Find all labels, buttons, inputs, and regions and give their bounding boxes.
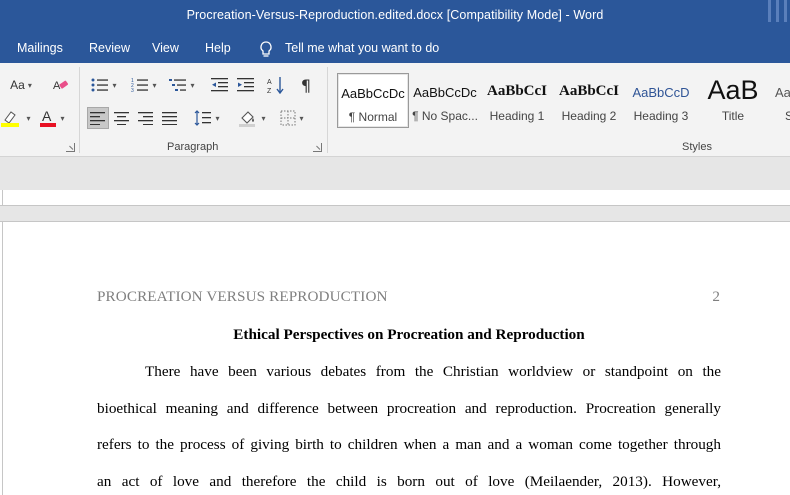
- menu-bar: Mailings Review View Help Tell me what y…: [0, 34, 790, 63]
- styles-group-label: Styles: [682, 141, 712, 153]
- style-heading-2[interactable]: AaBbCcI Heading 2: [553, 73, 625, 128]
- document-page[interactable]: PROCREATION VERSUS REPRODUCTION 2 Ethica…: [0, 221, 790, 495]
- style-title[interactable]: AaB Title: [697, 73, 769, 128]
- tab-help[interactable]: Help: [205, 41, 231, 55]
- style-heading-3[interactable]: AaBbCcD Heading 3: [625, 73, 697, 128]
- window-title: Procreation-Versus-Reproduction.edited.d…: [186, 8, 604, 22]
- svg-text:Z: Z: [267, 88, 272, 94]
- svg-text:A: A: [267, 79, 272, 86]
- font-color-icon[interactable]: A ▾: [36, 107, 68, 129]
- borders-icon[interactable]: ▾: [274, 107, 310, 129]
- svg-text:3: 3: [131, 88, 134, 93]
- body-text-line: an act of love and therefore the child i…: [97, 473, 721, 490]
- ribbon-separator: [327, 67, 328, 153]
- justify-icon[interactable]: [159, 107, 181, 129]
- body-text-line: bioethical meaning and difference betwee…: [97, 400, 721, 417]
- tab-review[interactable]: Review: [89, 41, 130, 55]
- font-dialog-launcher[interactable]: [66, 143, 75, 152]
- show-hide-formatting-icon[interactable]: ¶: [294, 74, 318, 96]
- running-head: PROCREATION VERSUS REPRODUCTION: [97, 288, 388, 305]
- tab-view[interactable]: View: [152, 41, 179, 55]
- title-bar: Procreation-Versus-Reproduction.edited.d…: [0, 0, 790, 34]
- change-case-button[interactable]: Aa ▾: [4, 74, 38, 96]
- numbering-icon[interactable]: 1 2 3 ▾: [126, 74, 162, 96]
- page-number: 2: [712, 288, 720, 305]
- multilevel-list-icon[interactable]: ▾: [164, 74, 200, 96]
- style-subtitle[interactable]: Aa S: [769, 73, 790, 128]
- tab-mailings[interactable]: Mailings: [17, 41, 63, 55]
- window-controls[interactable]: [760, 0, 790, 34]
- document-canvas-background: [0, 157, 790, 190]
- document-heading: Ethical Perspectives on Procreation and …: [233, 326, 585, 343]
- style-heading-1[interactable]: AaBbCcI Heading 1: [481, 73, 553, 128]
- tell-me-search[interactable]: Tell me what you want to do: [285, 41, 439, 55]
- ribbon-separator: [79, 67, 80, 153]
- svg-text:A: A: [42, 108, 52, 124]
- shading-icon[interactable]: ▾: [234, 107, 270, 129]
- align-left-icon[interactable]: [87, 107, 109, 129]
- previous-page-bottom: [0, 190, 790, 206]
- style-normal[interactable]: AaBbCcDc ¶ Normal: [337, 73, 409, 128]
- text-highlight-icon[interactable]: ▾: [0, 107, 32, 129]
- sort-icon[interactable]: A Z: [264, 74, 288, 96]
- lightbulb-icon[interactable]: [258, 40, 274, 58]
- ribbon: Aa ▾ A ▾ A ▾ ▾ 1 2 3 ▾ ▾ A Z ¶ ▾ ▾ ▾ Par…: [0, 63, 790, 157]
- decrease-indent-icon[interactable]: [208, 74, 232, 96]
- bullets-icon[interactable]: ▾: [86, 74, 122, 96]
- increase-indent-icon[interactable]: [234, 74, 258, 96]
- style-no-spacing[interactable]: AaBbCcDc ¶ No Spac...: [409, 73, 481, 128]
- align-right-icon[interactable]: [135, 107, 157, 129]
- paragraph-group-label: Paragraph: [167, 141, 219, 153]
- paragraph-dialog-launcher[interactable]: [313, 143, 322, 152]
- align-center-icon[interactable]: [111, 107, 133, 129]
- body-text-line: refers to the process of giving birth to…: [97, 436, 721, 453]
- body-text-line: There have been various debates from the…: [145, 363, 721, 380]
- line-spacing-icon[interactable]: ▾: [190, 107, 224, 129]
- clear-formatting-icon[interactable]: A: [50, 74, 72, 96]
- svg-text:A: A: [53, 80, 61, 92]
